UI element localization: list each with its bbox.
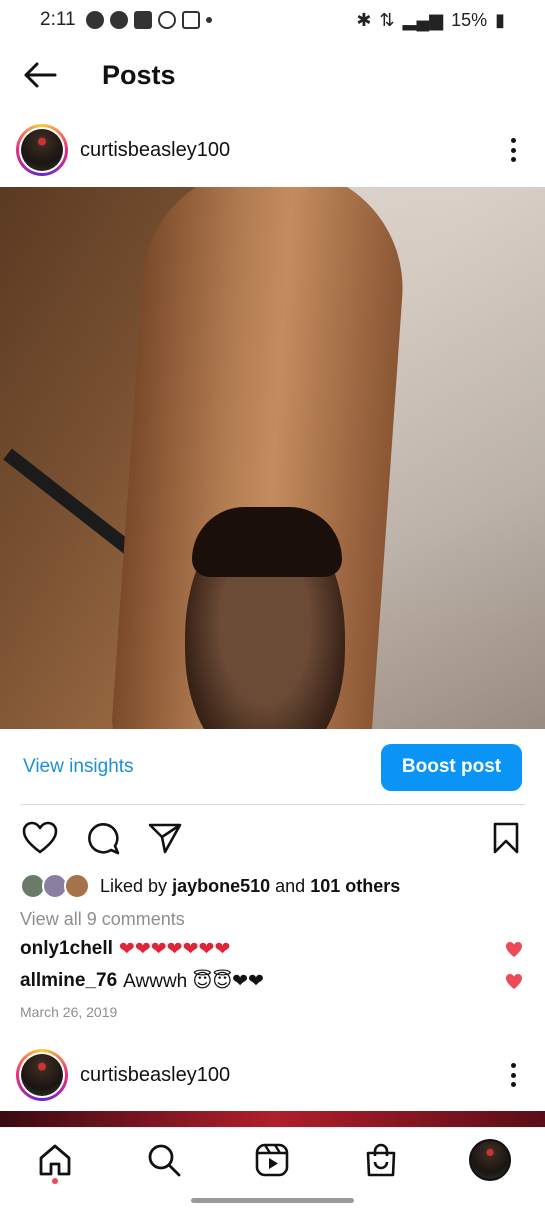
avatar-image (21, 129, 63, 171)
liked-by-user[interactable]: jaybone510 (172, 876, 270, 896)
comment-heart-icon[interactable] (505, 973, 523, 991)
send-icon (148, 823, 182, 854)
bluetooth-icon: ✱ (356, 9, 372, 30)
instagram-icon (181, 11, 200, 29)
next-post-image[interactable] (0, 1111, 545, 1127)
avatar[interactable] (16, 124, 68, 176)
messenger-icon (109, 11, 128, 29)
profile-avatar (469, 1139, 511, 1181)
divider (20, 804, 525, 805)
comment-item: allmine_76 Awwwh 😇😇❤❤ (20, 967, 525, 995)
comment-item: only1chell ❤❤❤❤❤❤❤ (20, 935, 525, 963)
system-icons: ✱ ⇅ ▂▄▆ 15% ▮ (356, 10, 505, 31)
post-image[interactable] (0, 187, 545, 729)
bottom-navigation (0, 1127, 545, 1191)
nav-shop[interactable] (359, 1138, 403, 1182)
more-options-button[interactable] (503, 135, 523, 165)
reels-icon (255, 1143, 289, 1177)
post-username[interactable]: curtisbeasley100 (80, 139, 230, 162)
likes-row[interactable]: Liked by jaybone510 and 101 others (20, 872, 400, 900)
battery-percent: 15% (451, 9, 488, 30)
next-post-header: curtisbeasley100 (0, 1043, 545, 1107)
comment-heart-icon[interactable] (505, 941, 523, 959)
comment-username[interactable]: allmine_76 (20, 970, 117, 992)
boost-post-button[interactable]: Boost post (381, 743, 522, 791)
nav-reels[interactable] (250, 1138, 294, 1182)
liked-by-others[interactable]: 101 others (310, 876, 400, 896)
comment-text: Awwwh 😇😇❤❤ (123, 970, 264, 992)
nav-profile[interactable] (468, 1138, 512, 1182)
search-icon (148, 1144, 181, 1177)
liked-by-and: and (275, 875, 306, 896)
post-date: March 26, 2019 (20, 1004, 118, 1020)
nav-search[interactable] (142, 1138, 186, 1182)
activity-dot (52, 1178, 58, 1184)
bookmark-icon (493, 822, 519, 854)
liker-avatars (20, 872, 92, 900)
post-header: curtisbeasley100 (0, 118, 545, 182)
shopping-bag-icon (366, 1143, 396, 1177)
comment-button[interactable] (83, 818, 123, 858)
comment-username[interactable]: only1chell (20, 938, 113, 960)
back-arrow-icon (24, 62, 57, 88)
liked-by-text: Liked by jaybone510 and 101 others (100, 876, 400, 897)
liker-avatar (64, 873, 90, 899)
view-all-comments-link[interactable]: View all 9 comments (20, 909, 185, 930)
battery-icon: ▮ (495, 9, 505, 30)
comment-text: ❤❤❤❤❤❤❤ (118, 938, 231, 960)
messenger-icon (85, 11, 104, 29)
status-bar: 2:11 ✱ ⇅ ▂▄▆ 15% ▮ (0, 0, 545, 40)
heart-outline-icon (22, 821, 58, 854)
avatar[interactable] (16, 1049, 68, 1101)
comment-icon (88, 823, 120, 855)
more-notifications-dot (205, 17, 212, 23)
status-time: 2:11 (40, 9, 76, 30)
back-button[interactable] (10, 45, 70, 105)
data-icon: ⇅ (379, 9, 395, 30)
home-icon (39, 1144, 71, 1176)
facebook-icon (133, 11, 152, 29)
like-button[interactable] (20, 818, 60, 858)
share-button[interactable] (145, 818, 185, 858)
nav-home[interactable] (33, 1138, 77, 1182)
avatar-image (21, 1054, 63, 1096)
broadcast-icon (157, 11, 176, 29)
view-insights-link[interactable]: View insights (23, 756, 134, 778)
post-actions (0, 818, 545, 858)
save-button[interactable] (486, 818, 526, 858)
notification-icons (85, 11, 212, 29)
insights-row: View insights Boost post (0, 742, 545, 792)
signal-icon: ▂▄▆ (402, 9, 444, 30)
page-title: Posts (102, 59, 176, 90)
liked-by-prefix: Liked by (100, 875, 168, 896)
more-options-button[interactable] (503, 1060, 523, 1090)
app-header: Posts (0, 45, 545, 105)
post-username[interactable]: curtisbeasley100 (80, 1064, 230, 1087)
gesture-bar[interactable] (191, 1198, 354, 1203)
